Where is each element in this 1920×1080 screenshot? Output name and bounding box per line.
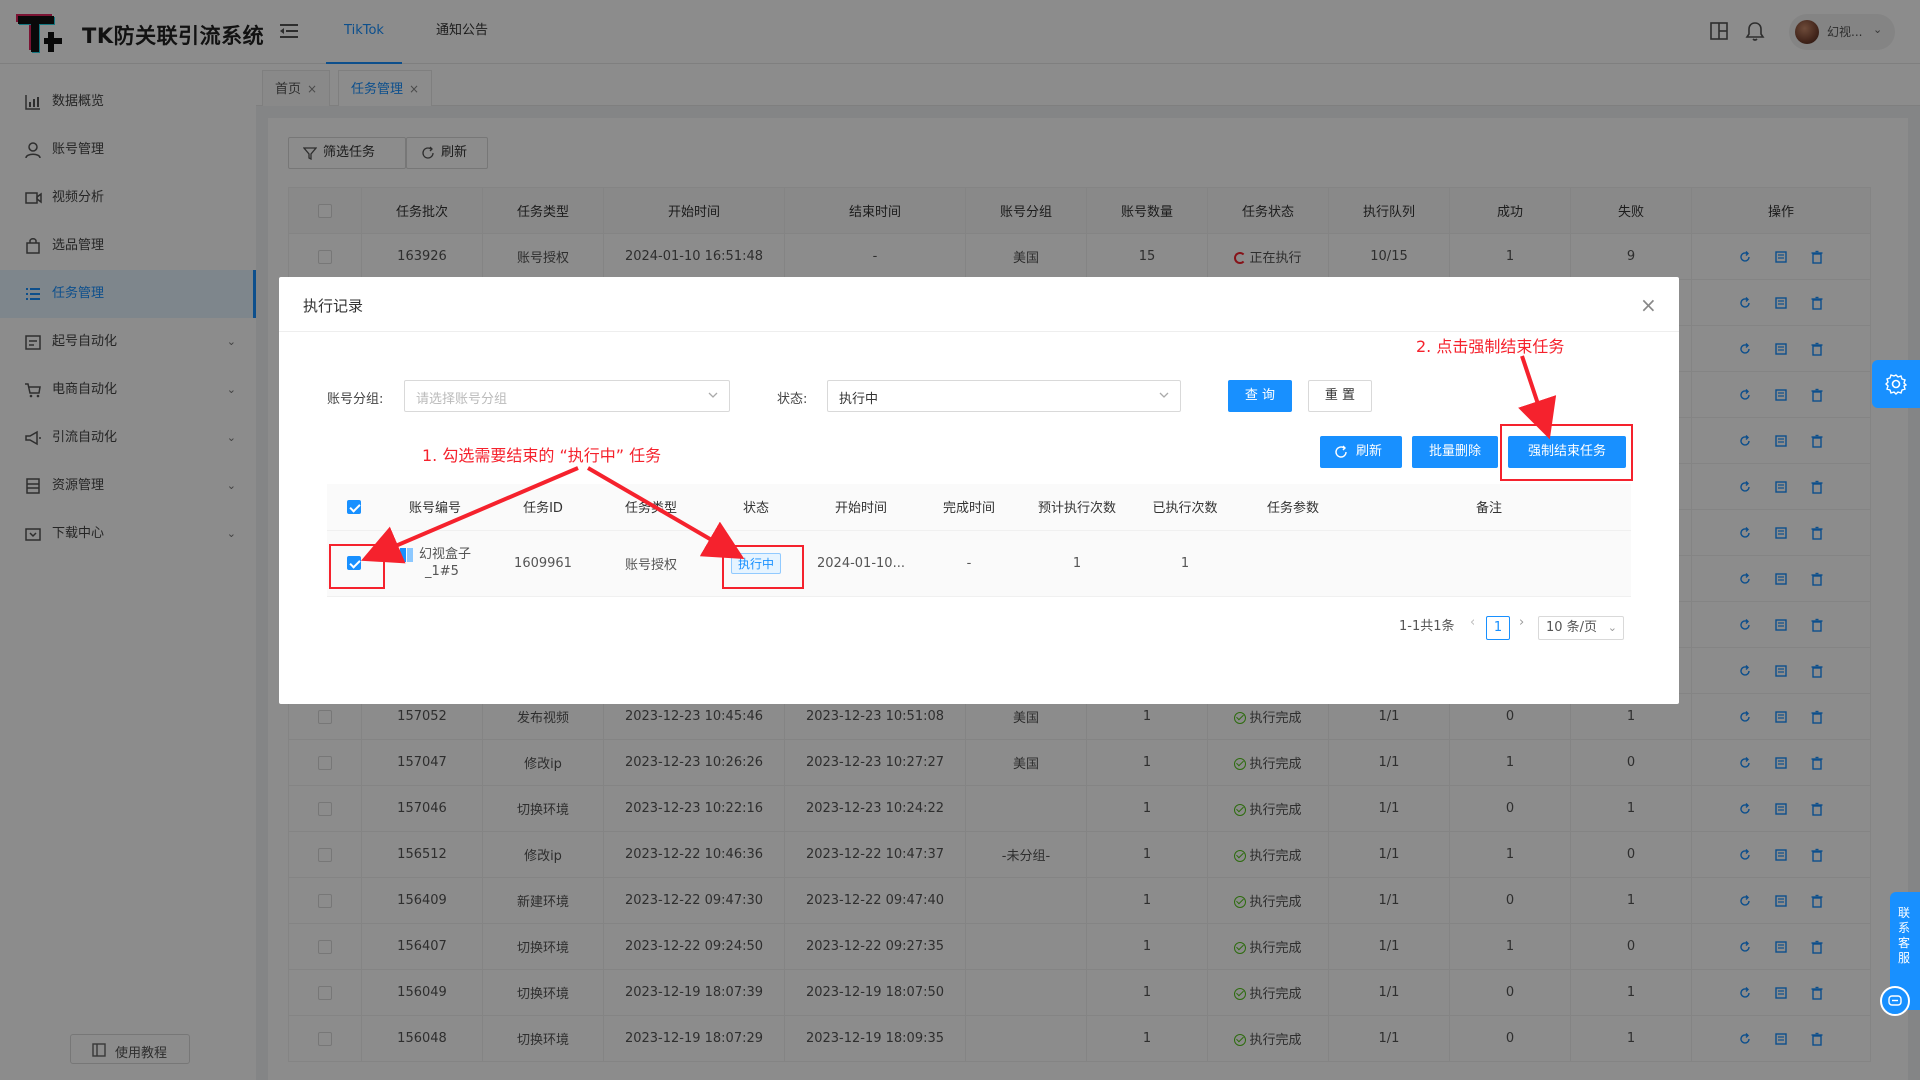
start-time-cell: 2024-01-10... bbox=[807, 530, 915, 597]
pagination-summary: 1-1共1条 bbox=[1399, 619, 1455, 634]
column-header: 状态 bbox=[705, 484, 807, 531]
params-cell bbox=[1239, 530, 1347, 597]
account-suffix: _1#5 bbox=[424, 564, 459, 579]
group-select-placeholder: 请选择账号分组 bbox=[416, 392, 508, 407]
status-filter-label: 状态: bbox=[777, 392, 808, 407]
column-header: 任务参数 bbox=[1239, 484, 1347, 531]
table-header-row: 账号编号 任务ID 任务类型 状态 开始时间 完成时间 预计执行次数 已执行次数 任务参数 备注 bbox=[327, 484, 1631, 531]
select-all-checkbox[interactable] bbox=[347, 499, 361, 514]
reset-button[interactable]: 重 置 bbox=[1308, 380, 1372, 412]
end-time-cell: - bbox=[915, 530, 1023, 597]
annotation-box-force-end bbox=[1500, 424, 1633, 481]
status-select-value: 执行中 bbox=[839, 392, 879, 407]
column-header: 备注 bbox=[1347, 484, 1631, 531]
divider bbox=[279, 331, 1679, 332]
modal-refresh-button[interactable]: 刷新 bbox=[1320, 436, 1402, 468]
group-select[interactable]: 请选择账号分组 bbox=[404, 380, 730, 412]
chat-icon bbox=[1888, 995, 1902, 1006]
expected-runs-cell: 1 bbox=[1023, 530, 1131, 597]
modal-title: 执行记录 bbox=[303, 297, 364, 315]
remark-cell bbox=[1347, 530, 1631, 597]
refresh-icon bbox=[1335, 445, 1347, 458]
gear-icon bbox=[1885, 374, 1907, 395]
column-header: 开始时间 bbox=[807, 484, 915, 531]
column-header: 账号编号 bbox=[381, 484, 489, 531]
column-header: 任务ID bbox=[489, 484, 597, 531]
annotation-box-status bbox=[722, 545, 804, 589]
column-header: 预计执行次数 bbox=[1023, 484, 1131, 531]
batch-delete-button[interactable]: 批量删除 bbox=[1412, 436, 1498, 468]
pagination-prev[interactable]: ‹ bbox=[1470, 615, 1475, 630]
pagination-next[interactable]: › bbox=[1519, 615, 1524, 630]
task-type-cell: 账号授权 bbox=[597, 530, 705, 597]
annotation-box-checkbox bbox=[329, 544, 385, 589]
execution-records-table: 账号编号 任务ID 任务类型 状态 开始时间 完成时间 预计执行次数 已执行次数 任务参数 备注 … bbox=[327, 484, 1631, 597]
chevron-down-icon: ⌄ bbox=[1607, 621, 1617, 634]
column-header: 完成时间 bbox=[915, 484, 1023, 531]
column-header: 任务类型 bbox=[597, 484, 705, 531]
select-all-cell[interactable] bbox=[327, 484, 381, 531]
query-button[interactable]: 查 询 bbox=[1228, 380, 1292, 412]
device-icon bbox=[399, 548, 413, 562]
account-name: 幻视盒子 bbox=[418, 547, 471, 562]
group-filter-label: 账号分组: bbox=[327, 392, 384, 407]
chat-bubble-icon[interactable] bbox=[1880, 986, 1910, 1016]
page-size-value: 10 条/页 bbox=[1546, 620, 1598, 635]
page-size-select[interactable]: 10 条/页 ⌄ bbox=[1538, 616, 1624, 640]
pagination-page-1[interactable]: 1 bbox=[1486, 616, 1510, 640]
close-icon[interactable]: × bbox=[1640, 293, 1657, 317]
modal-refresh-label: 刷新 bbox=[1356, 444, 1383, 459]
task-id-cell: 1609961 bbox=[489, 530, 597, 597]
account-cell: 幻视盒子 _1#5 bbox=[381, 530, 489, 597]
executed-runs-cell: 1 bbox=[1131, 530, 1239, 597]
status-select[interactable]: 执行中 bbox=[827, 380, 1181, 412]
column-header: 已执行次数 bbox=[1131, 484, 1239, 531]
annotation-step1: 1. 勾选需要结束的 “执行中” 任务 bbox=[422, 446, 662, 465]
chevron-down-icon bbox=[708, 392, 718, 398]
chevron-down-icon bbox=[1159, 392, 1169, 398]
annotation-step2: 2. 点击强制结束任务 bbox=[1416, 337, 1565, 356]
settings-drawer-button[interactable] bbox=[1872, 360, 1920, 408]
table-row[interactable]: 幻视盒子 _1#5 1609961 账号授权 执行中 2024-01-10... … bbox=[327, 530, 1631, 597]
customer-service-label: 联系客服 bbox=[1898, 906, 1911, 965]
